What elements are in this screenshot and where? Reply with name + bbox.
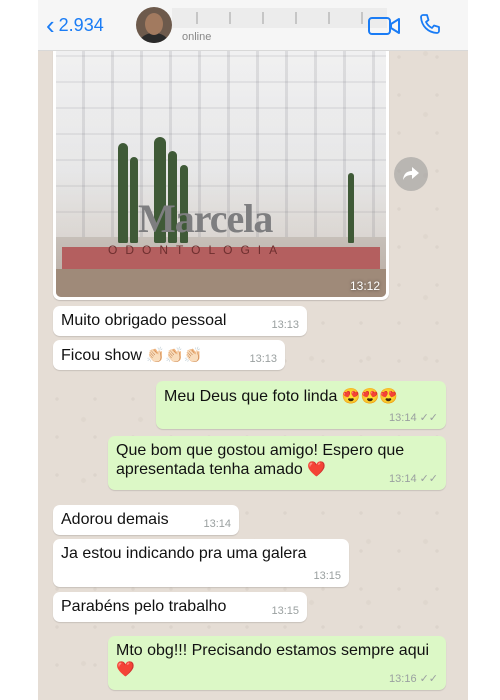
- video-icon[interactable]: [368, 16, 400, 36]
- message-time: 13:16: [389, 672, 417, 685]
- chat-header: ‹ 2.934 online: [38, 0, 468, 51]
- clinic-photo: Marcela ODONTOLOGIA 13:12: [56, 47, 386, 297]
- message-incoming: Ficou show 👏🏻👏🏻👏🏻 13:13: [53, 340, 285, 370]
- message-text: Ja estou indicando pra uma galera: [61, 545, 307, 562]
- message-text: Que bom que gostou amigo! Espero que apr…: [116, 442, 405, 478]
- message-time: 13:13: [271, 319, 299, 331]
- message-incoming: Parabéns pelo trabalho 13:15: [53, 592, 307, 622]
- message-text: Adorou demais: [61, 511, 169, 528]
- contact-name-redacted[interactable]: [172, 8, 387, 28]
- phone-icon[interactable]: [418, 12, 442, 36]
- logo-subtitle: ODONTOLOGIA: [108, 243, 286, 257]
- clapping-emoji: 👏🏻👏🏻👏🏻: [146, 347, 203, 364]
- double-check-icon: ✓✓: [419, 673, 438, 685]
- chat-window: ‹ 2.934 online Marcela ODONTOLOGIA 13:12…: [38, 0, 468, 700]
- message-text: Parabéns pelo trabalho: [61, 598, 227, 615]
- message-outgoing: Que bom que gostou amigo! Espero que apr…: [108, 436, 446, 490]
- message-text: Meu Deus que foto linda: [164, 388, 338, 405]
- double-check-icon: ✓✓: [419, 473, 438, 485]
- message-time: 13:14: [389, 472, 417, 485]
- message-text: Ficou show: [61, 347, 142, 364]
- message-incoming: Adorou demais 13:14: [53, 505, 239, 535]
- back-count: 2.934: [58, 14, 104, 35]
- message-time: 13:14: [203, 518, 231, 530]
- photo-timestamp: 13:12: [349, 279, 380, 293]
- message-outgoing: Meu Deus que foto linda 😍😍😍 13:14 ✓✓: [156, 381, 446, 429]
- message-text: Mto obg!!! Precisando estamos sempre aqu…: [116, 642, 430, 659]
- message-incoming: Muito obrigado pessoal 13:13: [53, 306, 307, 336]
- contact-status: online: [182, 31, 212, 43]
- photo-message[interactable]: Marcela ODONTOLOGIA 13:12: [53, 44, 389, 300]
- forward-arrow-icon: [403, 167, 419, 180]
- red-heart-emoji: ❤️: [116, 661, 135, 678]
- back-button[interactable]: ‹ 2.934: [46, 10, 104, 40]
- chevron-left-icon: ‹: [46, 10, 55, 40]
- red-heart-emoji: ❤️: [307, 461, 326, 478]
- message-time: 13:13: [249, 353, 277, 365]
- message-time: 13:15: [313, 570, 341, 582]
- message-text: Muito obrigado pessoal: [61, 312, 227, 329]
- avatar[interactable]: [136, 7, 172, 43]
- message-time: 13:15: [271, 605, 299, 617]
- message-incoming: Ja estou indicando pra uma galera 13:15: [53, 539, 349, 587]
- heart-eyes-emoji: 😍😍😍: [341, 388, 398, 405]
- double-check-icon: ✓✓: [419, 412, 438, 424]
- forward-button[interactable]: [394, 157, 428, 191]
- message-outgoing: Mto obg!!! Precisando estamos sempre aqu…: [108, 636, 446, 690]
- logo-sign: Marcela: [138, 196, 273, 241]
- message-time: 13:14: [389, 411, 417, 424]
